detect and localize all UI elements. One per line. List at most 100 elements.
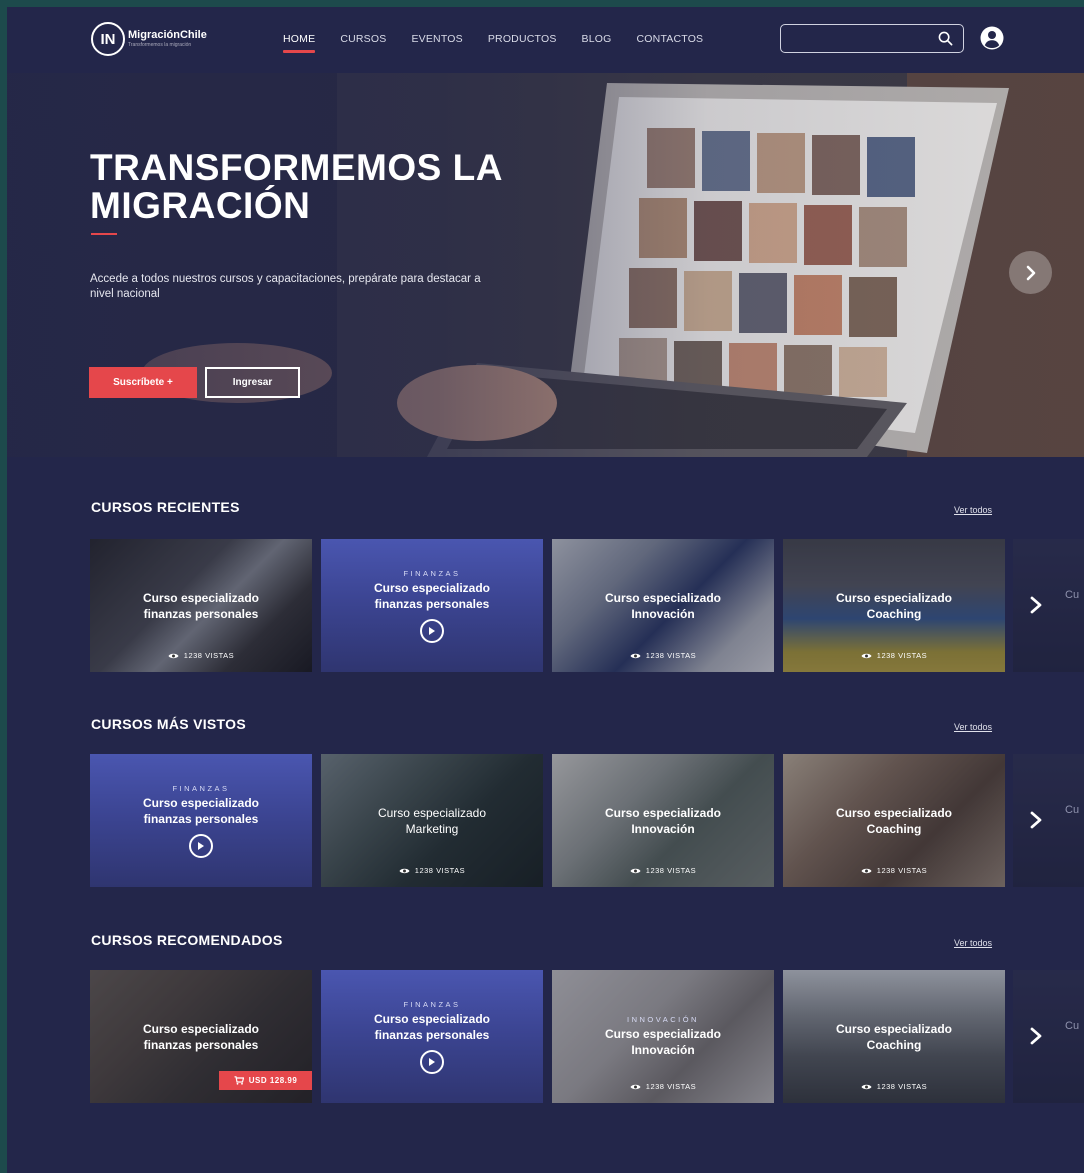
views-count: 1238 VISTAS [552, 651, 774, 660]
views-count: 1238 VISTAS [783, 1082, 1005, 1091]
course-subtitle: Coaching [866, 1037, 922, 1052]
see-all-mas-vistos[interactable]: Ver todos [954, 722, 992, 732]
hero-description: Accede a todos nuestros cursos y capacit… [90, 273, 481, 300]
course-card[interactable]: Curso especializado Coaching 1238 VISTAS [783, 539, 1005, 672]
course-card[interactable]: Curso especializado finanzas personales … [90, 970, 312, 1103]
course-subtitle: finanzas personales [143, 811, 259, 826]
course-title: Curso especializado [835, 1021, 953, 1036]
nav-blog[interactable]: BLOG [582, 33, 612, 45]
views-count: 1238 VISTAS [783, 651, 1005, 660]
course-subtitle: finanzas personales [374, 1027, 490, 1042]
course-title: Curso especializado [604, 590, 722, 605]
partial-card-title: Cu [1065, 589, 1080, 601]
hero-overlay [7, 73, 1084, 457]
course-title: Curso especializado [835, 805, 953, 820]
course-category: FINANZAS [172, 783, 230, 793]
course-row-recientes: Curso especializado finanzas personales … [90, 539, 1084, 672]
course-title: Curso especializado [373, 1011, 491, 1026]
course-title: Curso especializado [604, 805, 722, 820]
eye-icon [399, 868, 410, 873]
views-count: 1238 VISTAS [552, 1082, 774, 1091]
course-card[interactable]: INNOVACIÓN Curso especializado Innovació… [552, 970, 774, 1103]
nav-productos[interactable]: PRODUCTOS [488, 33, 557, 45]
views-label: 1238 VISTAS [183, 651, 235, 660]
logo[interactable]: IN MigraciónChile Transformemos la migra… [91, 22, 207, 56]
views-label: 1238 VISTAS [876, 866, 928, 875]
chevron-right-icon [1026, 265, 1035, 280]
section-title-mas-vistos: CURSOS MÁS VISTOS [91, 716, 246, 732]
views-label: 1238 VISTAS [645, 866, 697, 875]
course-title: Curso especializado [604, 1027, 722, 1041]
hero-title: TRANSFORMEMOS LA MIGRACIÓN [90, 147, 502, 226]
eye-icon [168, 653, 179, 658]
header: IN MigraciónChile Transformemos la migra… [7, 7, 1084, 73]
course-subtitle: Marketing [405, 821, 459, 836]
course-title: Curso especializado [835, 590, 953, 605]
eye-icon [861, 868, 872, 873]
price-badge[interactable]: USD 128.99 [219, 1071, 312, 1090]
search-box [780, 24, 964, 53]
eye-icon [861, 653, 872, 658]
course-card-partial[interactable]: Cu [1013, 539, 1084, 672]
course-card[interactable]: Curso especializado Coaching 1238 VISTAS [783, 970, 1005, 1103]
views-count: 1238 VISTAS [90, 651, 312, 660]
login-button[interactable]: Ingresar [205, 367, 300, 398]
partial-card-title: Cu [1065, 804, 1080, 816]
views-count: 1238 VISTAS [783, 866, 1005, 875]
course-card[interactable]: Curso especializado Innovación 1238 VIST… [552, 539, 774, 672]
chevron-right-icon [1030, 1027, 1042, 1045]
section-title-recientes: CURSOS RECIENTES [91, 499, 240, 515]
course-card[interactable]: Curso especializado finanzas personales … [90, 539, 312, 672]
nav-cursos[interactable]: CURSOS [340, 33, 386, 45]
course-title: Curso especializado [142, 590, 260, 605]
hero-banner: TRANSFORMEMOS LA MIGRACIÓN Accede a todo… [7, 73, 1084, 457]
play-icon[interactable] [420, 618, 444, 643]
section-title-recomendados: CURSOS RECOMENDADOS [91, 932, 283, 948]
eye-icon [630, 868, 641, 873]
eye-icon [630, 1084, 641, 1089]
views-label: 1238 VISTAS [645, 651, 697, 660]
play-icon[interactable] [189, 833, 213, 858]
course-subtitle: Coaching [866, 821, 922, 836]
subscribe-button[interactable]: Suscríbete + [89, 367, 197, 398]
course-category: FINANZAS [403, 999, 461, 1009]
nav-contactos[interactable]: CONTACTOS [637, 33, 704, 45]
course-category: FINANZAS [403, 568, 461, 578]
see-all-recientes[interactable]: Ver todos [954, 505, 992, 515]
course-card-partial[interactable]: Cu [1013, 970, 1084, 1103]
course-title: Curso especializado [377, 805, 487, 820]
play-icon[interactable] [420, 1049, 444, 1074]
see-all-recomendados[interactable]: Ver todos [954, 938, 992, 948]
row-next-button[interactable] [1025, 1021, 1047, 1051]
course-card[interactable]: Curso especializado Coaching 1238 VISTAS [783, 754, 1005, 887]
nav-home[interactable]: HOME [283, 33, 316, 53]
eye-icon [630, 653, 641, 658]
row-next-button[interactable] [1025, 590, 1047, 620]
chevron-right-icon [1030, 811, 1042, 829]
course-subtitle: finanzas personales [374, 596, 490, 611]
hero-title-underline [91, 233, 117, 235]
page: IN MigraciónChile Transformemos la migra… [7, 7, 1084, 1173]
course-card[interactable]: FINANZAS Curso especializado finanzas pe… [321, 539, 543, 672]
logo-text: MigraciónChile Transformemos la migració… [128, 29, 207, 49]
search-input[interactable] [787, 29, 927, 49]
user-icon[interactable] [980, 26, 1004, 50]
price-label: USD 128.99 [248, 1076, 298, 1085]
views-label: 1238 VISTAS [645, 1082, 697, 1091]
course-row-recomendados: Curso especializado finanzas personales … [90, 970, 1084, 1103]
chevron-right-icon [1030, 596, 1042, 614]
course-card-partial[interactable]: Cu [1013, 754, 1084, 887]
course-card[interactable]: Curso especializado Innovación 1238 VIST… [552, 754, 774, 887]
hero-next-button[interactable] [1009, 251, 1052, 294]
course-subtitle: finanzas personales [143, 1037, 259, 1052]
views-label: 1238 VISTAS [876, 1082, 928, 1091]
row-next-button[interactable] [1025, 805, 1047, 835]
course-title: Curso especializado [373, 580, 491, 595]
search-icon[interactable] [938, 31, 953, 46]
course-card[interactable]: FINANZAS Curso especializado finanzas pe… [321, 970, 543, 1103]
course-card[interactable]: Curso especializado Marketing 1238 VISTA… [321, 754, 543, 887]
nav-eventos[interactable]: EVENTOS [411, 33, 462, 45]
course-category: INNOVACIÓN [627, 1015, 699, 1024]
brand-tagline: Transformemos la migración [128, 42, 192, 48]
course-card[interactable]: FINANZAS Curso especializado finanzas pe… [90, 754, 312, 887]
